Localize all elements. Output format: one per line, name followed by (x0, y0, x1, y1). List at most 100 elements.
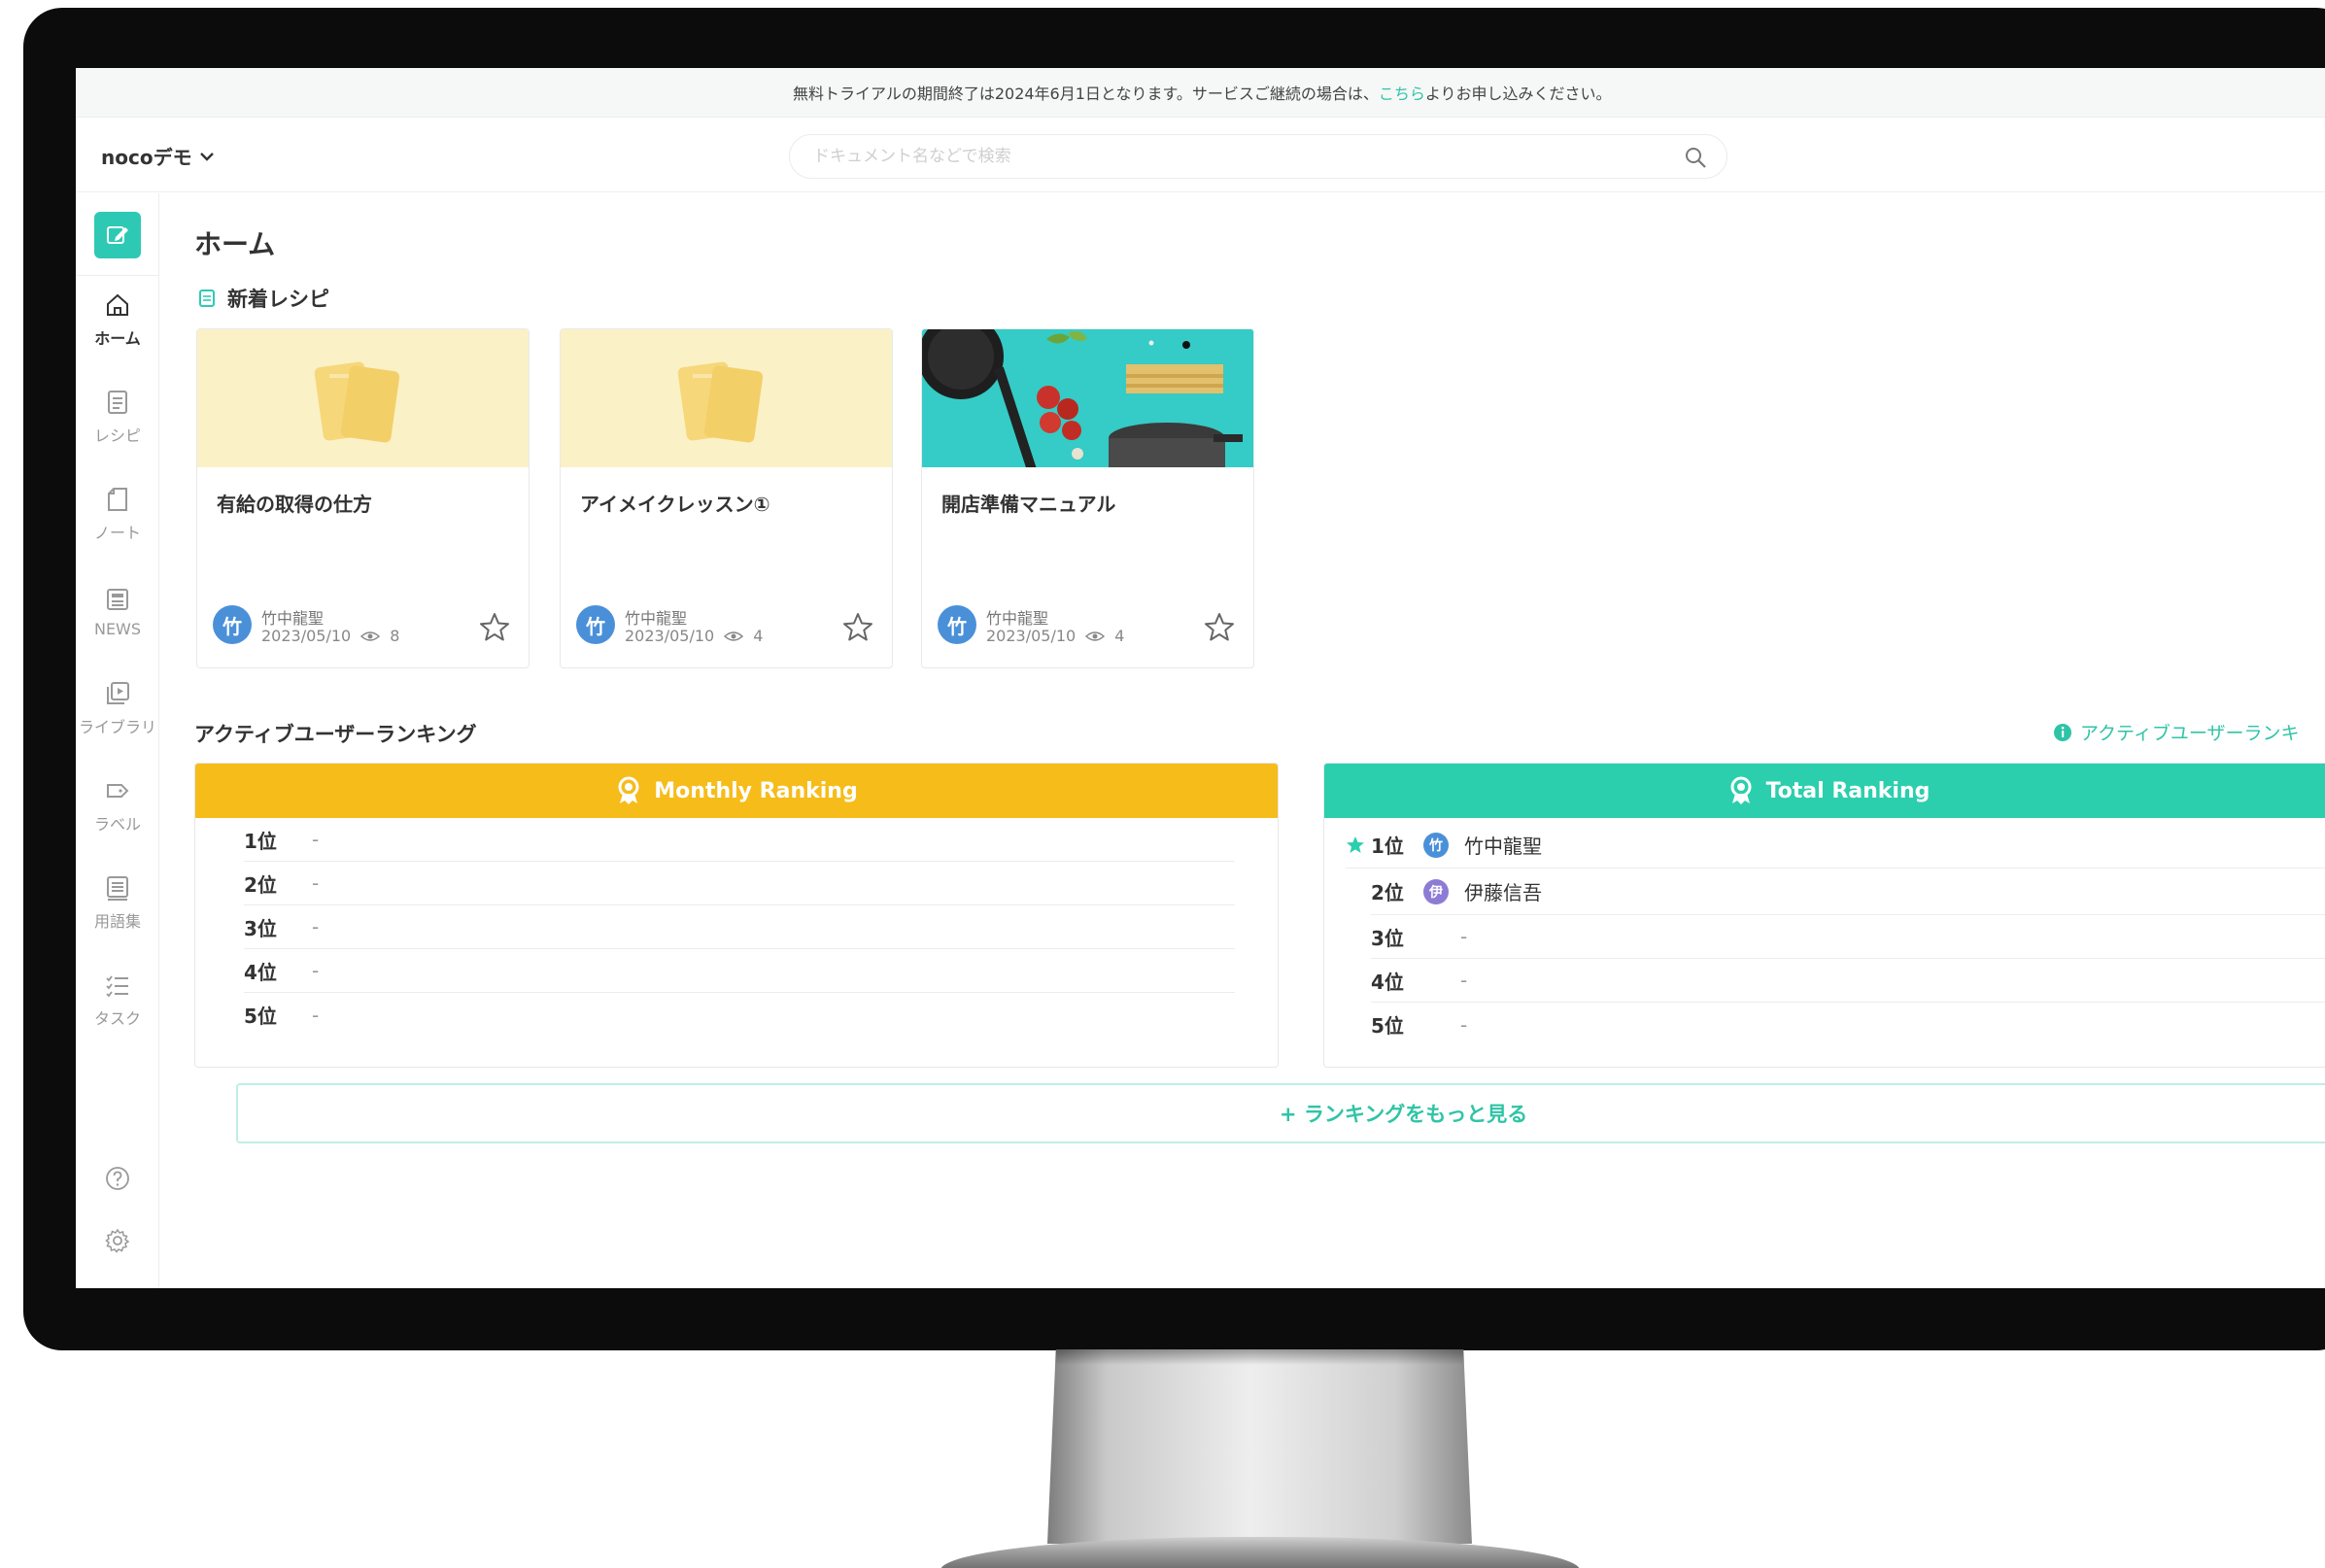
recipe-icon (108, 391, 127, 414)
card-date: 2023/05/10 (986, 627, 1077, 645)
card-meta: 2023/05/10 4 (986, 627, 1124, 645)
monthly-ranking-title: Monthly Ranking (654, 778, 858, 803)
card-thumbnail (561, 329, 892, 467)
search-input[interactable] (813, 147, 1668, 166)
new-recipes-heading: 新着レシピ (198, 284, 329, 313)
sidebar-item-recipe[interactable]: レシピ (76, 373, 159, 460)
library-icon (107, 682, 129, 704)
award-icon (618, 776, 639, 804)
monitor-stand-base (940, 1537, 1580, 1568)
task-icon (106, 975, 128, 998)
sidebar-item-note[interactable]: ノート (76, 470, 159, 558)
sidebar-item-label: レシピ (93, 426, 141, 445)
table-row: 5位 - (1371, 1003, 2325, 1046)
sidebar: ホーム レシピ ノート NEWS ライブラリ ラベル 用語集 タスク (76, 193, 159, 1288)
sidebar-item-label: ホーム (94, 329, 141, 348)
section-title-text: 新着レシピ (227, 288, 329, 311)
avatar: 竹 (213, 605, 252, 644)
document-placeholder-icon (677, 361, 764, 443)
user-name[interactable]: 竹中龍聖 (1464, 831, 1542, 859)
card-date: 2023/05/10 (625, 627, 715, 645)
rank-position: 5位 (244, 1005, 277, 1028)
recipe-card[interactable]: 有給の取得の仕方 竹 竹中龍聖 2023/05/10 8 (196, 328, 530, 668)
new-document-button[interactable] (94, 212, 141, 258)
notice-link[interactable]: こちら (1379, 81, 1425, 104)
edit-icon (107, 226, 128, 244)
rank-position: 1位 (1371, 835, 1404, 858)
search-icon[interactable] (1684, 146, 1707, 169)
monthly-ranking-header: Monthly Ranking (195, 764, 1278, 818)
card-views: 4 (753, 627, 764, 645)
card-date: 2023/05/10 (261, 627, 352, 645)
info-icon (2054, 723, 2071, 741)
note-icon (108, 488, 127, 511)
trial-notice: 無料トライアルの期間終了は2024年6月1日となります。サービスご継続の場合は、… (76, 68, 2325, 118)
search-box[interactable] (789, 134, 1727, 179)
total-ranking-header: Total Ranking (1324, 764, 2325, 818)
show-more-ranking-button[interactable]: + ランキングをもっと見る (236, 1083, 2325, 1143)
sidebar-item-news[interactable]: NEWS (76, 567, 159, 655)
rank-position: 3位 (1371, 926, 1404, 950)
avatar: 竹 (938, 605, 976, 644)
avatar: 竹 (1423, 832, 1449, 858)
total-ranking-title: Total Ranking (1765, 778, 1931, 803)
kitchen-photo (922, 329, 1253, 467)
page-title: ホーム (194, 228, 276, 260)
workspace-name: nocoデモ (101, 146, 192, 169)
rank-position: 3位 (244, 916, 277, 940)
card-title: 有給の取得の仕方 (217, 493, 372, 516)
rank-value: - (312, 1003, 320, 1027)
eye-icon (1085, 631, 1106, 641)
sidebar-item-glossary[interactable]: 用語集 (76, 859, 159, 946)
rank-value: - (312, 828, 320, 851)
sidebar-item-label-tags[interactable]: ラベル (76, 762, 159, 849)
help-icon[interactable] (104, 1165, 131, 1192)
monitor-stand (1047, 1349, 1472, 1544)
card-views: 4 (1114, 627, 1125, 645)
sidebar-item-library[interactable]: ライブラリ (76, 665, 159, 752)
document-placeholder-icon (314, 361, 400, 443)
app-screen: 無料トライアルの期間終了は2024年6月1日となります。サービスご継続の場合は、… (76, 68, 2325, 1288)
star-filled-icon (1347, 835, 1364, 853)
star-icon[interactable] (841, 611, 874, 644)
glossary-icon (107, 876, 128, 901)
table-row: 4位 - (244, 949, 1235, 993)
card-author: 竹中龍聖 (986, 609, 1049, 628)
sidebar-item-label: ラベル (93, 815, 141, 834)
ranking-info-link[interactable]: アクティブユーザーランキ (2053, 719, 2300, 745)
table-row: 2位 伊 伊藤信吾 (1371, 869, 2325, 915)
card-views: 8 (390, 627, 400, 645)
notice-text-end: よりお申し込みください。 (1424, 85, 1612, 103)
card-title: アイメイクレッスン① (580, 493, 770, 516)
star-icon[interactable] (478, 611, 511, 644)
table-row: 3位 - (244, 905, 1235, 949)
news-icon (107, 588, 128, 610)
sidebar-item-label: タスク (93, 1009, 141, 1028)
star-icon[interactable] (1203, 611, 1236, 644)
sidebar-item-label: ライブラリ (78, 718, 156, 736)
card-title: 開店準備マニュアル (941, 493, 1116, 516)
table-row: 1位 - (244, 818, 1235, 862)
rank-position: 5位 (1371, 1014, 1404, 1038)
avatar: 竹 (576, 605, 615, 644)
rank-value: - (1460, 925, 1468, 948)
gear-icon[interactable] (104, 1227, 131, 1254)
rank-position: 4位 (1371, 970, 1404, 994)
rank-position: 2位 (1371, 881, 1404, 904)
sidebar-item-task[interactable]: タスク (76, 956, 159, 1043)
recipe-card[interactable]: 開店準備マニュアル 竹 竹中龍聖 2023/05/10 4 (921, 328, 1254, 668)
top-bar: nocoデモ (76, 119, 2325, 192)
rank-value: - (312, 915, 320, 938)
sidebar-item-home[interactable]: ホーム (76, 276, 159, 363)
workspace-switcher[interactable]: nocoデモ (101, 142, 214, 170)
recipe-icon (199, 290, 215, 307)
recipe-card[interactable]: アイメイクレッスン① 竹 竹中龍聖 2023/05/10 4 (560, 328, 893, 668)
rank-position: 4位 (244, 960, 277, 984)
eye-icon (724, 631, 744, 641)
table-row: 3位 - (1371, 915, 2325, 959)
user-name[interactable]: 伊藤信吾 (1464, 877, 1542, 905)
table-row: 5位 - (244, 993, 1235, 1037)
sidebar-item-label: ノート (93, 524, 141, 542)
sidebar-item-label: NEWS (93, 619, 142, 638)
rank-value: - (312, 959, 320, 982)
